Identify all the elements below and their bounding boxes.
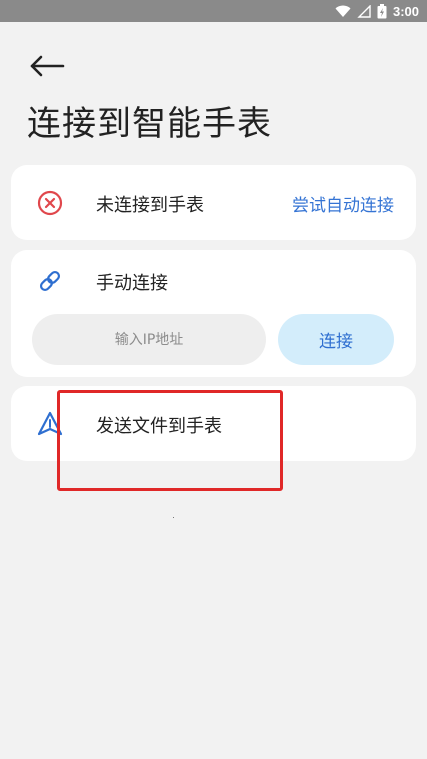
connection-status-label: 未连接到手表 bbox=[96, 195, 204, 216]
stray-dot bbox=[173, 517, 174, 518]
battery-icon bbox=[377, 3, 387, 18]
auto-connect-link[interactable]: 尝试自动连接 bbox=[292, 191, 394, 216]
wifi-icon bbox=[335, 5, 351, 17]
ip-address-input[interactable] bbox=[32, 314, 266, 365]
back-button[interactable] bbox=[26, 50, 70, 82]
connection-status-card: 未连接到手表 尝试自动连接 bbox=[11, 165, 416, 240]
status-time: 3:00 bbox=[392, 3, 419, 19]
signal-icon bbox=[357, 4, 371, 18]
manual-connect-card: 手动连接 连接 bbox=[11, 250, 416, 377]
link-icon bbox=[39, 270, 61, 292]
arrow-left-icon bbox=[30, 55, 65, 77]
send-file-label: 发送文件到手表 bbox=[96, 416, 222, 437]
connect-button[interactable]: 连接 bbox=[278, 314, 394, 365]
error-circle-icon bbox=[37, 190, 63, 216]
manual-connect-label: 手动连接 bbox=[96, 273, 168, 294]
status-icons: 3:00 bbox=[335, 0, 419, 22]
send-file-card[interactable]: 发送文件到手表 bbox=[11, 386, 416, 461]
page-title: 连接到智能手表 bbox=[27, 104, 272, 144]
status-bar: 3:00 bbox=[0, 0, 427, 22]
send-icon bbox=[37, 411, 63, 436]
